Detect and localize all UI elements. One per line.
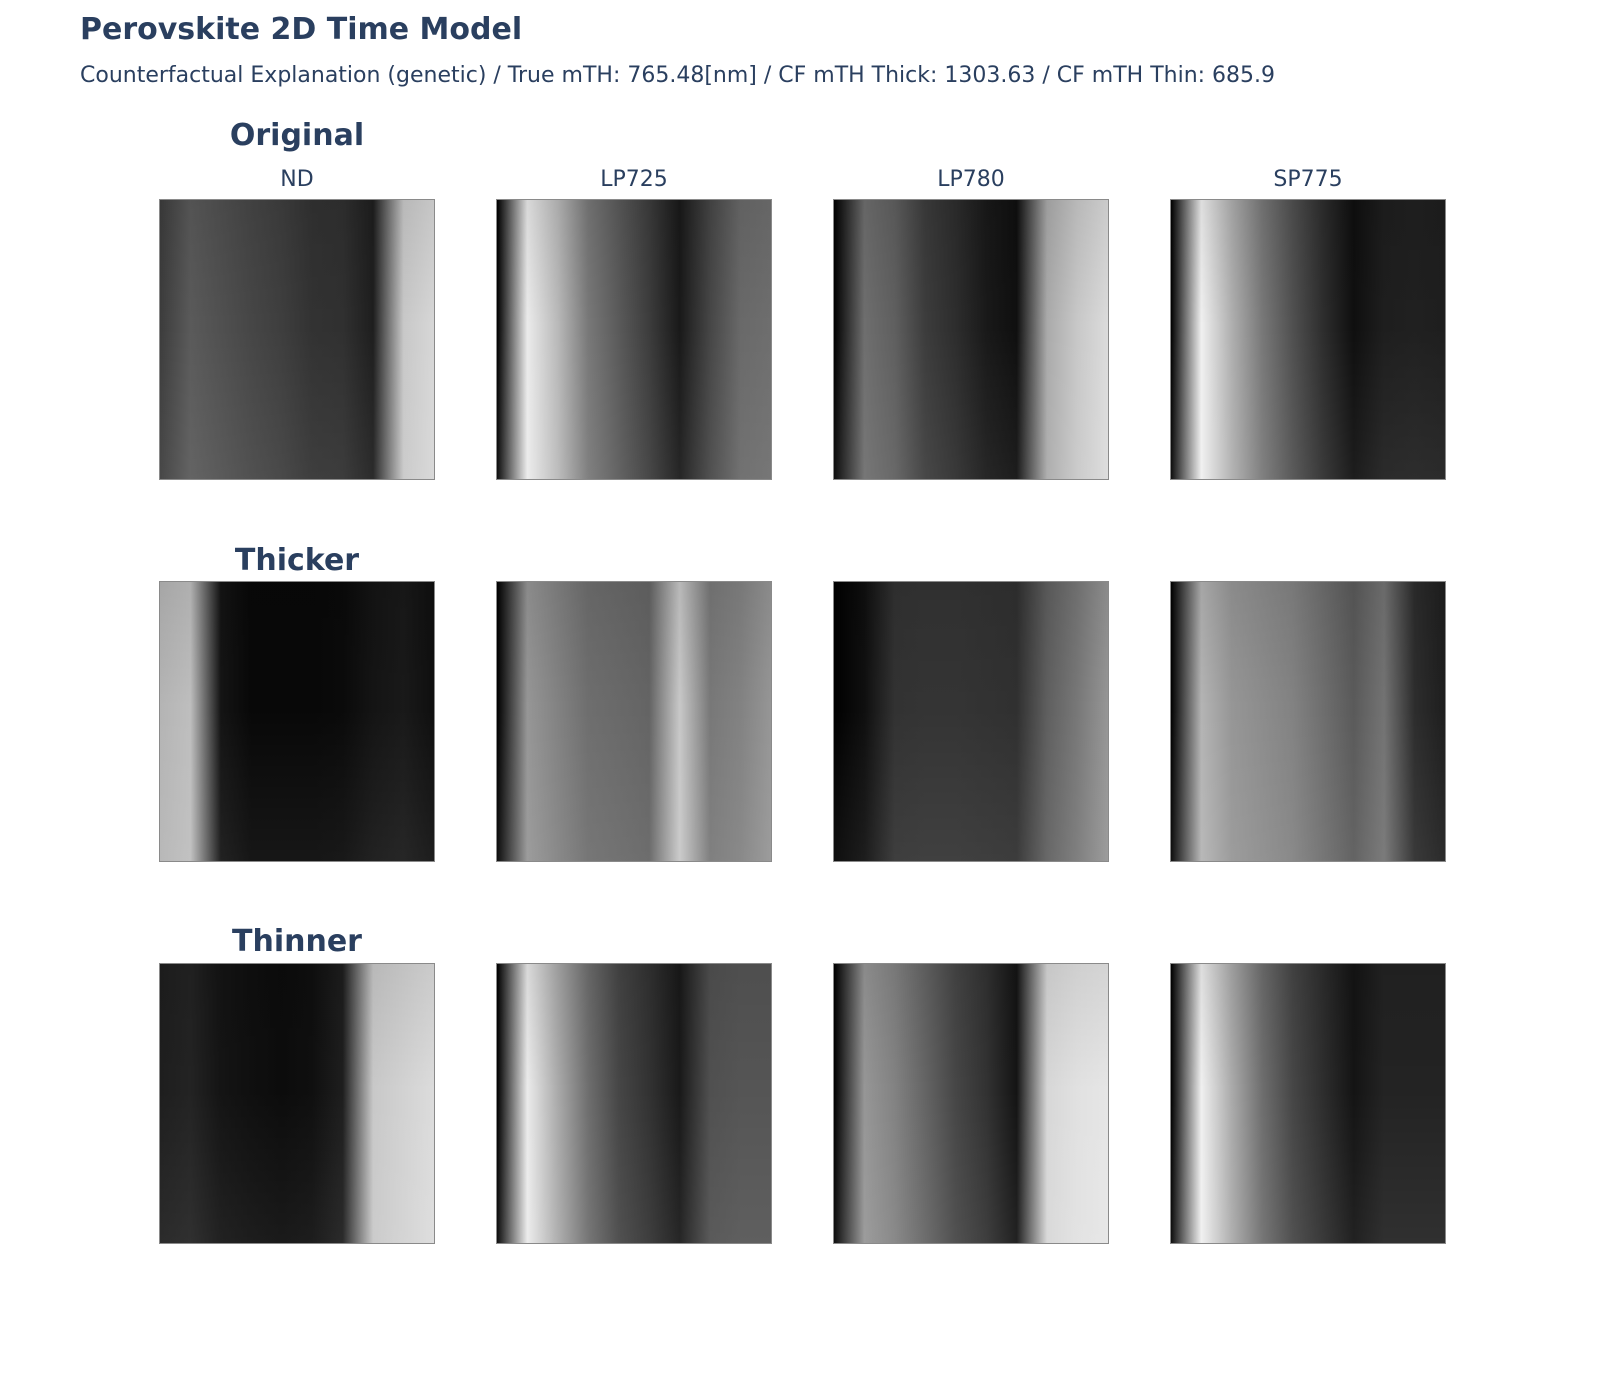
heatmap-original-nd (159, 199, 435, 480)
heatmap-original-lp780 (833, 199, 1109, 480)
chart-title: Perovskite 2D Time Model (80, 12, 523, 47)
heatmap-time-shading (834, 964, 1108, 1243)
column-title-nd: ND (280, 167, 314, 192)
row-title-thinner: Thinner (232, 924, 362, 959)
column-title-sp775: SP775 (1273, 167, 1343, 192)
heatmap-time-shading (160, 582, 434, 861)
heatmap-time-shading (160, 200, 434, 479)
heatmap-time-shading (497, 200, 771, 479)
heatmap-time-shading (1171, 582, 1445, 861)
heatmap-time-shading (497, 964, 771, 1243)
heatmap-time-shading (160, 964, 434, 1243)
heatmap-original-sp775 (1170, 199, 1446, 480)
column-title-lp725: LP725 (600, 167, 668, 192)
heatmap-thicker-nd (159, 581, 435, 862)
heatmap-thicker-lp725 (496, 581, 772, 862)
heatmap-thinner-nd (159, 963, 435, 1244)
column-title-lp780: LP780 (937, 167, 1005, 192)
heatmap-thicker-lp780 (833, 581, 1109, 862)
heatmap-thinner-lp725 (496, 963, 772, 1244)
row-title-original: Original (229, 118, 365, 153)
heatmap-time-shading (497, 582, 771, 861)
chart-subtitle: Counterfactual Explanation (genetic) / T… (80, 63, 1276, 88)
heatmap-time-shading (834, 200, 1108, 479)
heatmap-thicker-sp775 (1170, 581, 1446, 862)
heatmap-thinner-sp775 (1170, 963, 1446, 1244)
heatmap-time-shading (1171, 200, 1445, 479)
heatmap-original-lp725 (496, 199, 772, 480)
row-title-thicker: Thicker (234, 543, 360, 578)
heatmap-thinner-lp780 (833, 963, 1109, 1244)
heatmap-time-shading (1171, 964, 1445, 1243)
heatmap-time-shading (834, 582, 1108, 861)
